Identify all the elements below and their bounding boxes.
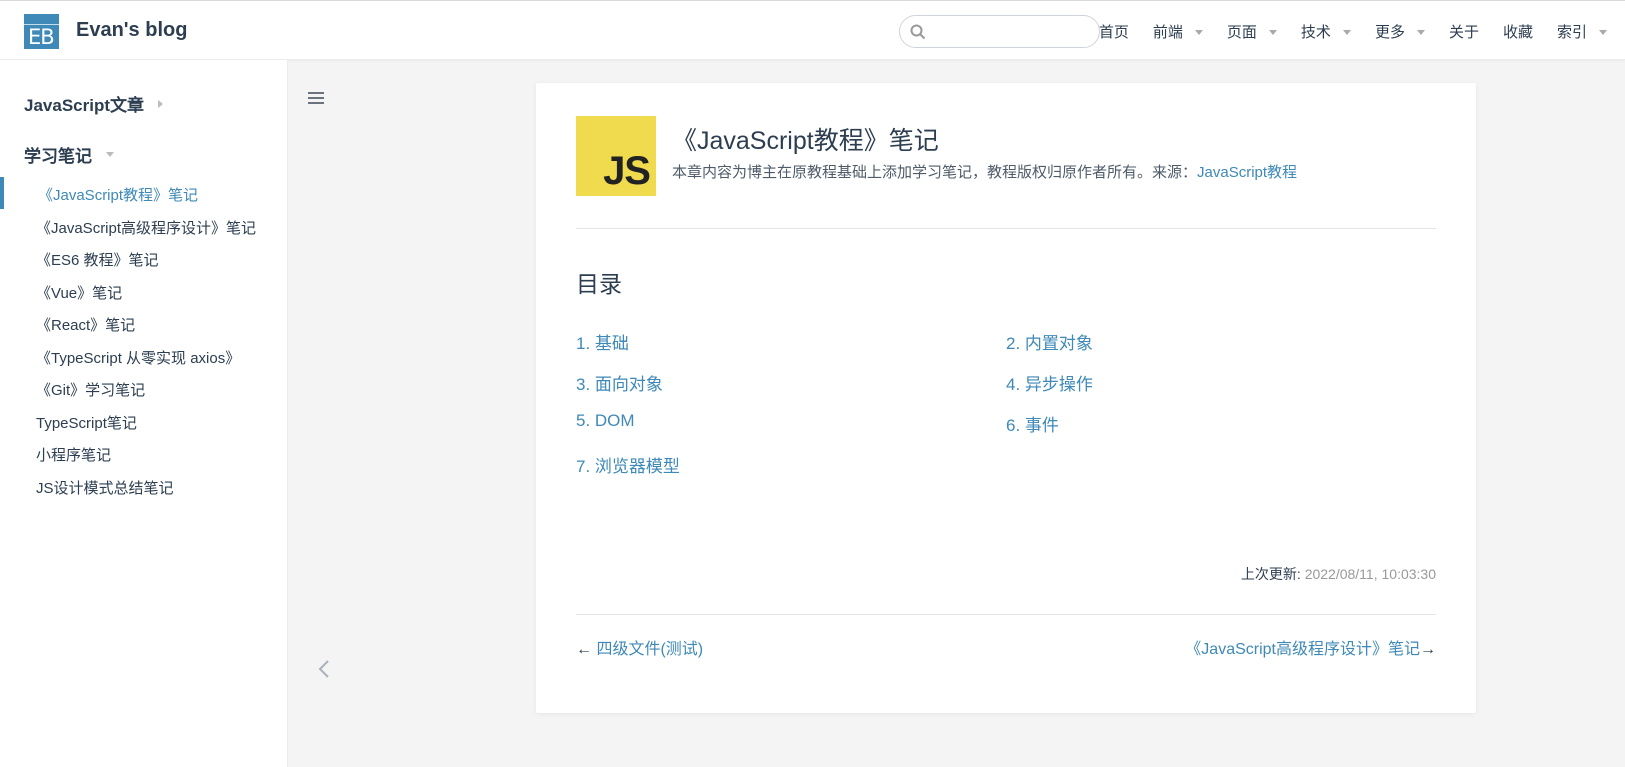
sidebar-item-typescript-notes[interactable]: TypeScript笔记 xyxy=(36,412,137,433)
sidebar-group-study-notes[interactable]: 学习笔记 xyxy=(24,142,114,167)
next-page-link[interactable]: 《JavaScript高级程序设计》笔记→ xyxy=(1185,635,1436,659)
toc-title: 目录 xyxy=(576,271,622,297)
logo-text: EB xyxy=(28,25,55,49)
page-description: 本章内容为博主在原教程基础上添加学习笔记，教程版权归原作者所有。来源：JavaS… xyxy=(672,161,1297,182)
toc-link-async[interactable]: 4. 异步操作 xyxy=(1006,370,1093,395)
sidebar-item-git[interactable]: 《Git》学习笔记 xyxy=(36,379,145,400)
nav-more-label: 更多 xyxy=(1374,23,1405,41)
divider xyxy=(576,228,1436,229)
nav-about[interactable]: 关于 xyxy=(1449,21,1479,42)
nav-tech[interactable]: 技术 xyxy=(1301,21,1351,42)
nav-frontend[interactable]: 前端 xyxy=(1153,21,1203,42)
search-input[interactable] xyxy=(899,15,1100,48)
prev-page-label: 四级文件(测试) xyxy=(596,641,704,658)
next-page-label: 《JavaScript高级程序设计》笔记 xyxy=(1185,641,1420,658)
caret-right-icon xyxy=(158,99,163,108)
nav-pages-label: 页面 xyxy=(1226,23,1257,41)
nav-tech-label: 技术 xyxy=(1300,23,1331,41)
divider xyxy=(576,614,1436,615)
sidebar-item-ts-axios[interactable]: 《TypeScript 从零实现 axios》 xyxy=(36,347,240,368)
caret-down-icon xyxy=(1416,29,1425,35)
toc-link-basics[interactable]: 1. 基础 xyxy=(576,329,629,354)
last-updated-value: 2022/08/11, 10:03:30 xyxy=(1304,566,1436,582)
menu-toggle-icon[interactable] xyxy=(308,92,324,106)
last-updated-label: 上次更新: xyxy=(1240,566,1301,582)
chevron-left-icon[interactable] xyxy=(318,659,330,679)
sidebar-group-label: 学习笔记 xyxy=(24,147,92,166)
nav-home-label: 首页 xyxy=(1098,23,1129,41)
caret-down-icon xyxy=(1599,29,1607,35)
sidebar-item-vue[interactable]: 《Vue》笔记 xyxy=(36,282,122,303)
site-name[interactable]: Evan's blog xyxy=(76,19,187,42)
js-logo-text: JS xyxy=(603,149,651,193)
sidebar-group-label: JavaScript文章 xyxy=(24,96,144,115)
sidebar-item-es6[interactable]: 《ES6 教程》笔记 xyxy=(36,249,159,270)
toc-link-browser-model[interactable]: 7. 浏览器模型 xyxy=(576,452,680,477)
prev-page-link[interactable]: ← 四级文件(测试) xyxy=(576,635,703,659)
page-title: 《JavaScript教程》笔记 xyxy=(672,127,939,155)
navbar: EB Evan's blog 首页 前端 页面 技术 更多 关于 收藏 索引 xyxy=(0,0,1625,60)
sidebar-group-javascript-articles[interactable]: JavaScript文章 xyxy=(24,91,163,116)
nav-about-label: 关于 xyxy=(1448,23,1479,41)
nav-links: 首页 前端 页面 技术 更多 关于 收藏 索引 xyxy=(1075,1,1625,61)
toc-link-oop[interactable]: 3. 面向对象 xyxy=(576,370,663,395)
sidebar-item-react[interactable]: 《React》笔记 xyxy=(36,314,135,335)
search-icon xyxy=(910,24,926,40)
description-text: 本章内容为博主在原教程基础上添加学习笔记，教程版权归原作者所有。来源： xyxy=(672,164,1198,181)
nav-home[interactable]: 首页 xyxy=(1099,21,1129,42)
active-indicator xyxy=(0,177,4,209)
sidebar-item-miniprogram-notes[interactable]: 小程序笔记 xyxy=(36,444,111,465)
source-link[interactable]: JavaScript教程 xyxy=(1197,164,1297,181)
javascript-logo: JS xyxy=(576,116,656,196)
nav-pages[interactable]: 页面 xyxy=(1227,21,1277,42)
sidebar-item-js-advanced[interactable]: 《JavaScript高级程序设计》笔记 xyxy=(36,217,256,238)
sidebar-item-js-patterns[interactable]: JS设计模式总结笔记 xyxy=(36,477,174,498)
caret-down-icon xyxy=(1268,29,1277,35)
last-updated: 上次更新: 2022/08/11, 10:03:30 xyxy=(1241,564,1436,584)
nav-index-label: 索引 xyxy=(1556,23,1587,41)
nav-index[interactable]: 索引 xyxy=(1557,21,1607,42)
toc-link-dom[interactable]: 5. DOM xyxy=(576,411,635,431)
arrow-left-icon: ← xyxy=(576,641,592,658)
nav-favorites[interactable]: 收藏 xyxy=(1503,21,1533,42)
sidebar-item-js-tutorial[interactable]: 《JavaScript教程》笔记 xyxy=(38,184,198,205)
arrow-right-icon: → xyxy=(1420,641,1436,658)
caret-down-icon xyxy=(1194,29,1203,35)
nav-more[interactable]: 更多 xyxy=(1375,21,1425,42)
toc-link-events[interactable]: 6. 事件 xyxy=(1006,411,1059,436)
nav-favorites-label: 收藏 xyxy=(1502,23,1533,41)
caret-down-icon xyxy=(106,152,114,157)
article-card: JS 《JavaScript教程》笔记 本章内容为博主在原教程基础上添加学习笔记… xyxy=(536,83,1476,713)
site-logo[interactable]: EB xyxy=(24,14,59,49)
caret-down-icon xyxy=(1342,29,1351,35)
nav-frontend-label: 前端 xyxy=(1152,23,1183,41)
sidebar: JavaScript文章 学习笔记 《JavaScript教程》笔记 《Java… xyxy=(0,60,288,767)
toc-link-builtin-objects[interactable]: 2. 内置对象 xyxy=(1006,329,1093,354)
